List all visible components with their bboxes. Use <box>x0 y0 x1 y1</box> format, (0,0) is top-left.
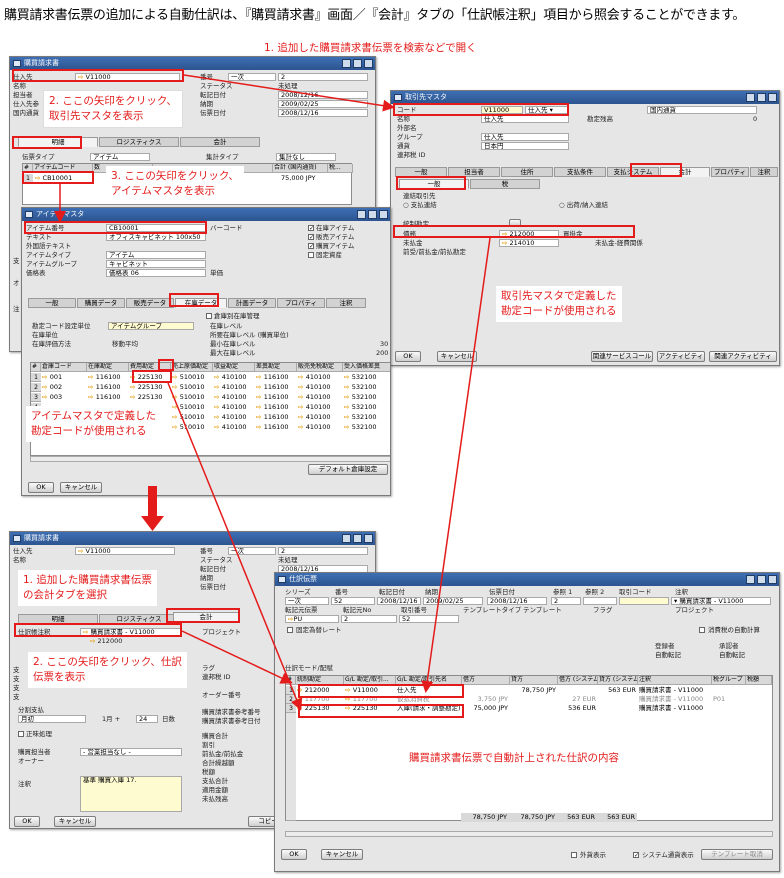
annotation-step1-bottom: 1. 追加した購買請求書伝票 の会計タブを選択 <box>18 570 157 606</box>
arrow-remark-to-je <box>181 630 293 684</box>
arrow-to-bp-master <box>183 74 395 112</box>
annotation-step2-bottom: 2. ここの矢印をクリック、仕訳 伝票を表示 <box>28 652 187 688</box>
annotation-step2-top: 2. ここの矢印をクリック、 取引先マスタを表示 <box>43 90 183 128</box>
arrow-expense-to-je <box>167 382 303 711</box>
arrow-payable-to-je <box>421 237 491 693</box>
annotation-step1-top: 1. 追加した購買請求書伝票を検索などで開く <box>264 42 477 54</box>
annotation-je-note: 購買請求書伝票で自動計上された仕訳の内容 <box>404 748 624 769</box>
annotation-bp-note: 取引先マスタで定義した 勘定コードが使用される <box>496 286 622 322</box>
annotation-item-note: アイテムマスタで定義した 勘定コードが使用される <box>26 406 161 442</box>
down-arrow-head <box>141 516 164 531</box>
down-arrow-shaft <box>148 486 157 516</box>
page-root: 購買請求書伝票の追加による自動仕訳は、『購買請求書』画面／『会計』タブの「仕訳帳… <box>0 0 784 878</box>
annotation-step3-top: 3. ここの矢印をクリック、 アイテムマスタを表示 <box>106 166 244 202</box>
